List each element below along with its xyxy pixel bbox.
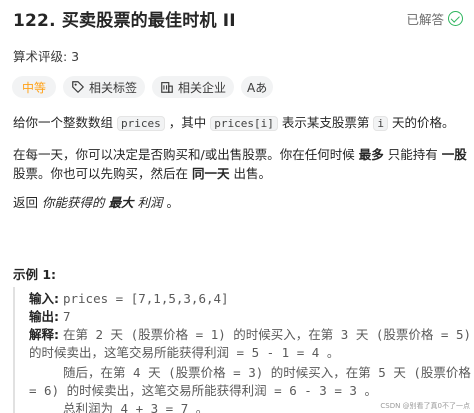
desc-text: 在每一天，你可以决定是否购买和/或出售股票。你在任何时候 (13, 147, 355, 162)
example-input: 输入: prices = [7,1,5,3,6,4] (29, 290, 229, 308)
desc-text: ，其中 (168, 115, 207, 130)
tag-bar: 中等 相关标签 相关企业 Aあ (12, 76, 274, 98)
watermark: CSDN @别看了真0不了一点 (380, 402, 470, 410)
desc-text: 只能持有 (387, 147, 438, 162)
desc-text: 返回 (13, 195, 39, 210)
example-output: 输出: 7 (29, 308, 71, 326)
desc-text: 表示某支股票第 (281, 115, 370, 130)
desc-bold-italic: 最大 (108, 195, 134, 210)
explain-text: 在第 2 天 (股票价格 = 1) 的时候买入，在第 3 天 (股票价格 = 5… (62, 327, 472, 342)
explain-text: 随后，在第 4 天 (股票价格 = 3) 的时候买入，在第 5 天 (股票价格 (63, 365, 471, 380)
explain-text: 总利润为 4 + 3 = 7 。 (63, 401, 209, 413)
explain-text: = 6) 的时候卖出，这笔交易所能获得利润 = 6 - 3 = 3 。 (29, 383, 377, 398)
rating-label: 算术评级: 3 (13, 49, 80, 64)
explain-label: 解释: (29, 327, 59, 342)
difficulty-badge[interactable]: 中等 (12, 76, 57, 98)
input-label: 输入: (29, 291, 59, 306)
title-row: 122. 买卖股票的最佳时机 II 已解答 (13, 6, 463, 32)
description-paragraph-2-line-2: 股票。你也可以先购买，然后在 同一天 出售。 (13, 164, 271, 184)
desc-text: 。 (166, 195, 180, 210)
input-value: prices = [7,1,5,3,6,4] (62, 291, 229, 306)
example-title: 示例 1: (13, 267, 57, 282)
example-explain-1: 解释: 在第 2 天 (股票价格 = 1) 的时候买入，在第 3 天 (股票价格… (29, 326, 471, 344)
description-paragraph-2: 在每一天，你可以决定是否购买和/或出售股票。你在任何时候 最多 只能持有 一股 (13, 145, 467, 165)
example-block: 输入: prices = [7,1,5,3,6,4] 输出: 7 解释: 在第 … (13, 287, 474, 413)
code-prices-i: prices[i] (210, 116, 278, 131)
desc-italic: 利润 (137, 195, 163, 210)
desc-bold: 一股 (441, 147, 467, 162)
description-paragraph-3: 返回 你能获得的 最大 利润 。 (13, 193, 179, 213)
desc-text: 天的价格。 (391, 115, 455, 130)
solved-status: 已解答 (406, 9, 463, 28)
explain-text: 的时候卖出，这笔交易所能获得利润 = 5 - 1 = 4 。 (29, 345, 340, 360)
font-size-button[interactable]: Aあ (241, 76, 274, 98)
desc-text: 出售。 (233, 166, 272, 181)
check-circle-icon (448, 11, 463, 26)
problem-title[interactable]: 122. 买卖股票的最佳时机 II (13, 6, 236, 31)
output-label: 输出: (29, 309, 59, 324)
output-value: 7 (62, 309, 71, 324)
tag-icon (72, 81, 84, 93)
desc-italic: 你能获得的 (42, 195, 105, 210)
description-paragraph-1: 给你一个整数数组 prices ，其中 prices[i] 表示某支股票第 i … (13, 113, 454, 134)
related-companies-button[interactable]: 相关企业 (152, 76, 235, 98)
related-topics-label: 相关标签 (89, 80, 138, 95)
font-size-icon: Aあ (247, 80, 268, 95)
desc-text: 给你一个整数数组 (13, 115, 114, 130)
desc-bold: 同一天 (192, 166, 230, 181)
example-explain-2: 的时候卖出，这笔交易所能获得利润 = 5 - 1 = 4 。 (29, 344, 339, 362)
building-icon (161, 82, 173, 93)
difficulty-label: 中等 (22, 80, 47, 95)
example-explain-5: 总利润为 4 + 3 = 7 。 (63, 400, 208, 413)
solved-label: 已解答 (406, 12, 444, 27)
code-prices: prices (117, 116, 165, 131)
related-companies-label: 相关企业 (178, 80, 227, 95)
example-explain-3: 随后，在第 4 天 (股票价格 = 3) 的时候买入，在第 5 天 (股票价格 (63, 364, 471, 382)
related-topics-button[interactable]: 相关标签 (63, 76, 146, 98)
example-explain-4: = 6) 的时候卖出，这笔交易所能获得利润 = 6 - 3 = 3 。 (29, 382, 377, 400)
desc-text: 股票。你也可以先购买，然后在 (13, 166, 189, 181)
code-i: i (373, 116, 388, 131)
desc-bold: 最多 (358, 147, 384, 162)
